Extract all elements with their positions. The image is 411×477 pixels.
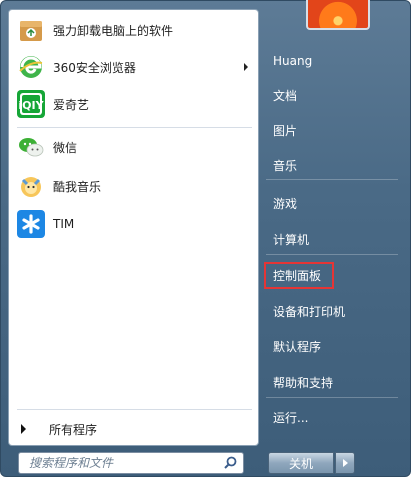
place-user[interactable]: Huang [262,48,402,74]
program-item-iqiyi[interactable]: iQIY 爱奇艺 [13,87,254,121]
start-menu: 强力卸载电脑上的软件 360安全浏览器 iQIY 爱奇艺 微信 酷我音乐 TIM… [0,0,411,477]
all-programs-button[interactable]: 所有程序 [9,415,258,445]
place-pictures[interactable]: 图片 [262,117,402,143]
uninstall-box-icon [17,16,45,44]
place-music[interactable]: 音乐 [262,152,402,178]
all-programs-label: 所有程序 [49,423,98,437]
iqiyi-icon: iQIY [17,90,45,118]
program-item-360-browser[interactable]: 360安全浏览器 [13,50,254,84]
shutdown-button[interactable]: 关机 [268,452,334,474]
place-documents[interactable]: 文档 [262,82,402,108]
expand-arrow-icon [21,424,26,434]
search-input[interactable] [19,453,219,473]
program-item-uninstall[interactable]: 强力卸载电脑上的软件 [13,13,254,47]
divider [266,397,398,398]
program-label: 强力卸载电脑上的软件 [53,23,174,38]
program-label: 360安全浏览器 [53,60,136,75]
divider [266,179,398,180]
place-games[interactable]: 游戏 [262,190,402,216]
kuwo-music-icon [17,172,45,200]
user-avatar[interactable] [306,0,370,30]
program-label: TIM [53,217,75,231]
tim-icon [17,210,45,238]
search-icon[interactable] [224,456,237,469]
place-computer[interactable]: 计算机 [262,226,402,252]
divider [266,254,398,255]
browser-360-icon [17,53,45,81]
place-run[interactable]: 运行... [262,404,402,430]
place-default-programs[interactable]: 默认程序 [262,333,402,359]
program-item-wechat[interactable]: 微信 [13,130,254,164]
svg-text:iQIY: iQIY [18,99,44,112]
program-item-kuwo-music[interactable]: 酷我音乐 [13,169,254,203]
submenu-arrow-icon[interactable] [244,63,248,71]
chevron-right-icon [343,459,348,467]
wechat-icon [17,133,45,161]
program-item-tim[interactable]: TIM [13,207,254,241]
program-label: 微信 [53,140,78,155]
shutdown-options-button[interactable] [335,452,355,474]
search-box[interactable] [18,452,244,474]
place-devices-printers[interactable]: 设备和打印机 [262,298,402,324]
divider [17,127,252,128]
program-label: 酷我音乐 [53,179,102,194]
place-help-support[interactable]: 帮助和支持 [262,369,402,395]
divider [17,409,252,410]
highlight-box [264,262,334,289]
programs-pane: 强力卸载电脑上的软件 360安全浏览器 iQIY 爱奇艺 微信 酷我音乐 TIM… [8,9,259,446]
program-label: 爱奇艺 [53,97,90,112]
